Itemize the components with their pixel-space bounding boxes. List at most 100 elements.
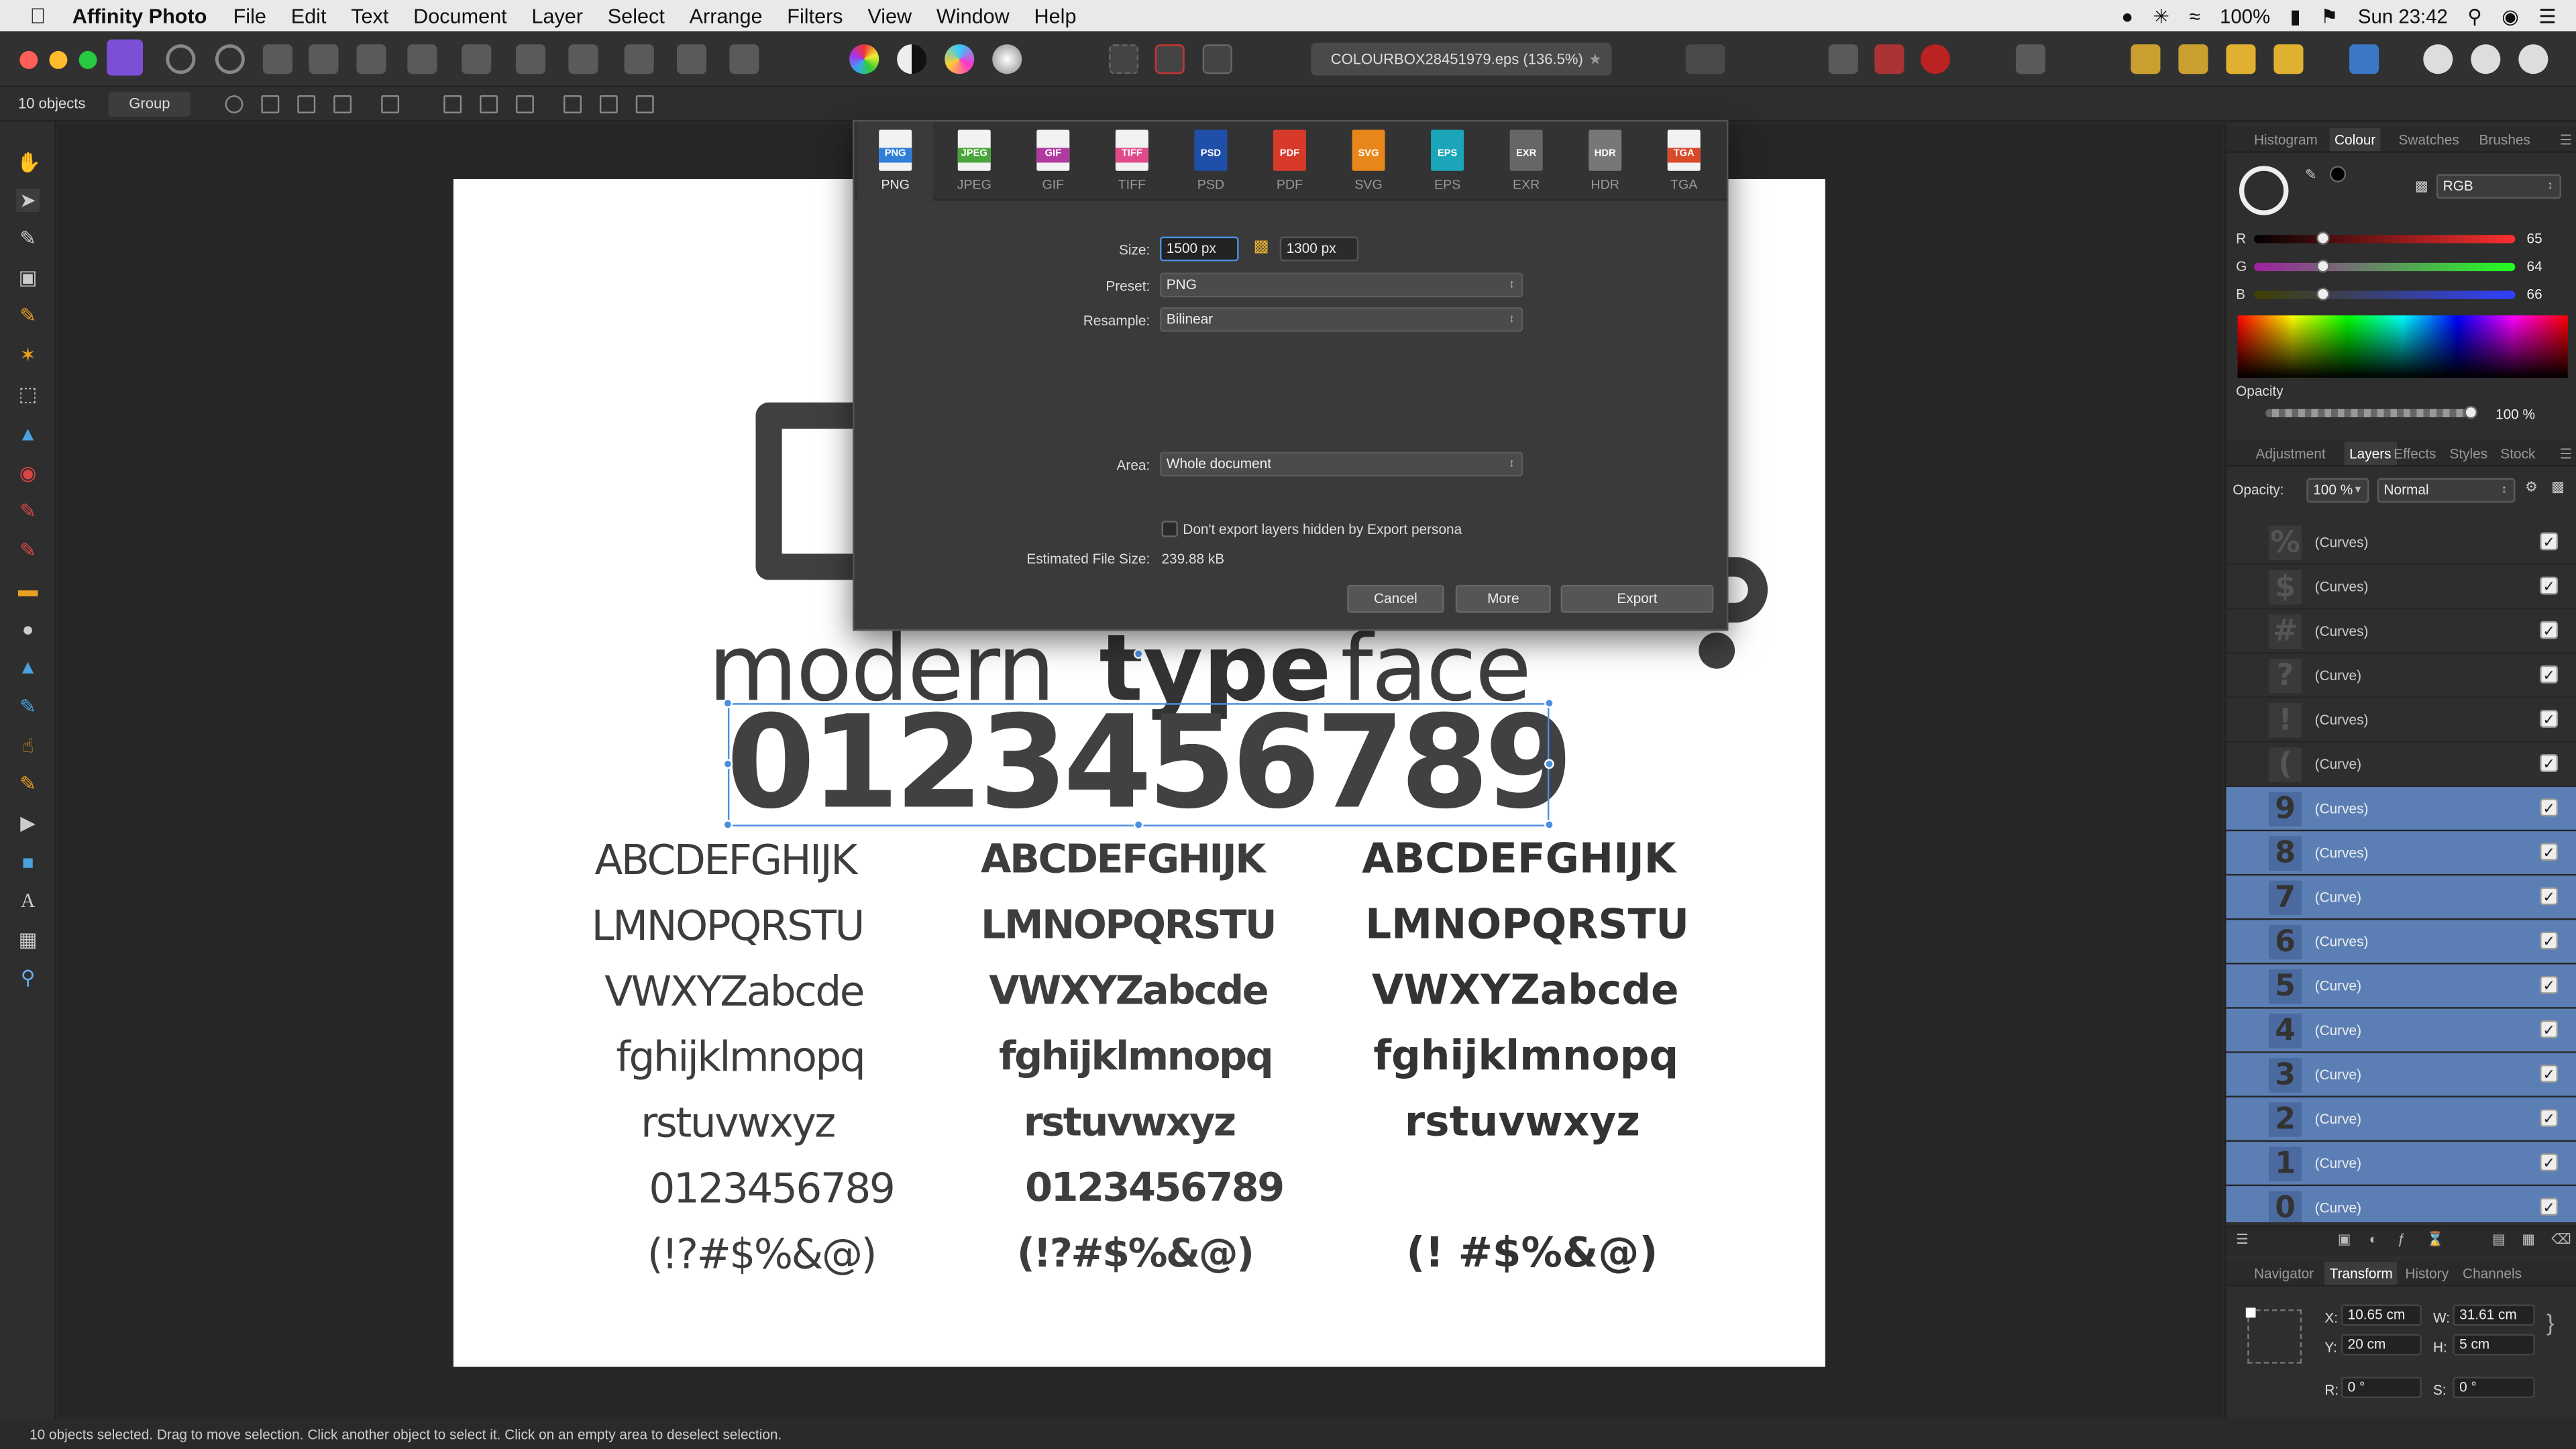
ctx-align-bottom-icon[interactable] bbox=[635, 95, 654, 113]
layer-stack-icon[interactable]: ☰ bbox=[2236, 1230, 2249, 1248]
format-tab-hdr[interactable]: HDR HDR bbox=[1567, 121, 1643, 201]
green-slider-knob[interactable] bbox=[2316, 259, 2330, 273]
arrange-back-icon[interactable] bbox=[2131, 44, 2161, 74]
layer-visibility-checkbox[interactable]: ✓ bbox=[2540, 576, 2559, 595]
green-value[interactable]: 64 bbox=[2527, 258, 2542, 274]
distribute-horizontal-icon[interactable] bbox=[515, 44, 546, 74]
hidden-layers-checkbox[interactable] bbox=[1161, 521, 1178, 537]
levels-icon[interactable] bbox=[849, 44, 879, 74]
layer-visibility-checkbox[interactable]: ✓ bbox=[2540, 798, 2559, 817]
tab-navigator[interactable]: Navigator bbox=[2254, 1265, 2314, 1281]
erase-brush-icon[interactable]: ▬ bbox=[16, 578, 39, 601]
clone-tool-icon[interactable]: ▲ bbox=[16, 655, 39, 678]
rotate-icon[interactable] bbox=[297, 95, 316, 113]
document-tab[interactable]: COLOURBOX28451979.eps (136.5%) ★ bbox=[1311, 42, 1612, 76]
menu-edit[interactable]: Edit bbox=[291, 4, 327, 27]
ctx-align-top-icon[interactable] bbox=[564, 95, 582, 113]
ctx-align-right-icon[interactable] bbox=[515, 95, 534, 113]
boolean-subtract-icon[interactable] bbox=[2471, 44, 2501, 74]
tab-colour[interactable]: Colour bbox=[2329, 128, 2381, 152]
move-tool-icon[interactable]: ➤ bbox=[16, 189, 40, 212]
layer-row[interactable]: 1 (Curve) ✓ bbox=[2226, 1142, 2576, 1187]
opacity-slider[interactable] bbox=[2265, 409, 2476, 418]
gradient-tool-icon[interactable]: ◉ bbox=[16, 462, 39, 484]
resample-select[interactable]: Bilinear ↕ bbox=[1159, 307, 1523, 332]
assistant-icon[interactable] bbox=[1874, 44, 1904, 74]
add-pixel-layer-icon[interactable]: ▦ bbox=[2522, 1230, 2535, 1248]
width-input[interactable]: 1500 px bbox=[1159, 236, 1239, 262]
layer-visibility-checkbox[interactable]: ✓ bbox=[2540, 1020, 2559, 1038]
delete-layer-icon[interactable]: ⌫ bbox=[2551, 1230, 2571, 1248]
healing-brush-icon[interactable]: ✎ bbox=[16, 772, 39, 795]
rotation-handle[interactable] bbox=[1133, 649, 1144, 659]
document-tab-close-icon[interactable]: ★ bbox=[1589, 43, 1602, 76]
layer-visibility-checkbox[interactable]: ✓ bbox=[2540, 1109, 2559, 1128]
boolean-intersect-icon[interactable] bbox=[2518, 44, 2548, 74]
cycle-box-icon[interactable] bbox=[381, 95, 400, 113]
align-right-icon[interactable] bbox=[462, 44, 492, 74]
scale-icon[interactable] bbox=[333, 95, 352, 113]
text-tool-icon[interactable]: A bbox=[16, 889, 39, 912]
format-tab-jpeg[interactable]: JPEG JPEG bbox=[936, 121, 1012, 201]
layer-lock-icon[interactable]: ▩ bbox=[2551, 478, 2565, 496]
selection-handle[interactable] bbox=[722, 698, 733, 708]
live-filter-icon[interactable]: ⌛ bbox=[2426, 1230, 2444, 1248]
minimize-window-icon[interactable] bbox=[49, 50, 68, 69]
format-tab-psd[interactable]: PSD PSD bbox=[1173, 121, 1249, 201]
ctx-align-center-icon[interactable] bbox=[480, 95, 498, 113]
group-layers-icon[interactable]: ▤ bbox=[2492, 1230, 2506, 1248]
magic-wand-icon[interactable]: ✶ bbox=[16, 343, 39, 366]
layer-visibility-checkbox[interactable]: ✓ bbox=[2540, 621, 2559, 639]
marquee-tool-icon[interactable]: ⬚ bbox=[16, 383, 39, 406]
creative-cloud-icon[interactable]: ● bbox=[2121, 4, 2133, 27]
layer-row[interactable]: 4 (Curve) ✓ bbox=[2226, 1008, 2576, 1053]
tab-history[interactable]: History bbox=[2405, 1265, 2449, 1281]
marquee-selection-icon[interactable] bbox=[1109, 44, 1139, 74]
menu-window[interactable]: Window bbox=[936, 4, 1010, 27]
layer-visibility-checkbox[interactable]: ✓ bbox=[2540, 1153, 2559, 1172]
align-top-icon[interactable] bbox=[568, 44, 598, 74]
paint-brush-icon[interactable]: ✎ bbox=[16, 499, 39, 522]
spotlight-icon[interactable]: ⚲ bbox=[2467, 4, 2482, 27]
layer-visibility-checkbox[interactable]: ✓ bbox=[2540, 709, 2559, 728]
menu-extras-icon[interactable]: ☰ bbox=[2538, 4, 2556, 27]
h-input[interactable]: 5 cm bbox=[2453, 1334, 2535, 1356]
colour-picker-tool-icon[interactable]: ✎ bbox=[16, 227, 39, 250]
tab-brushes[interactable]: Brushes bbox=[2479, 131, 2530, 148]
arrange-front-icon[interactable] bbox=[2273, 44, 2304, 74]
clock[interactable]: Sun 23:42 bbox=[2358, 4, 2448, 27]
tab-histogram[interactable]: Histogram bbox=[2254, 131, 2318, 148]
flood-fill-icon[interactable]: ▲ bbox=[16, 422, 39, 445]
menu-select[interactable]: Select bbox=[608, 4, 665, 27]
red-slider[interactable] bbox=[2254, 235, 2516, 244]
transform-origin-icon[interactable] bbox=[225, 95, 244, 113]
selection-handle[interactable] bbox=[722, 820, 733, 830]
blue-value[interactable]: 66 bbox=[2527, 286, 2542, 302]
layer-row[interactable]: 3 (Curve) ✓ bbox=[2226, 1053, 2576, 1097]
flip-icon[interactable] bbox=[2349, 44, 2379, 74]
layer-row[interactable]: 2 (Curve) ✓ bbox=[2226, 1097, 2576, 1142]
shape-tool-icon[interactable]: ■ bbox=[16, 851, 39, 874]
anchor-point-active[interactable] bbox=[2245, 1307, 2256, 1318]
lock-aspect-icon[interactable]: ▩ bbox=[1254, 238, 1269, 256]
layer-visibility-checkbox[interactable]: ✓ bbox=[2540, 665, 2559, 684]
smudge-tool-icon[interactable]: ☝ bbox=[16, 735, 39, 757]
align-center-icon[interactable] bbox=[407, 44, 437, 74]
layer-settings-icon[interactable]: ⚙ bbox=[2525, 478, 2538, 496]
layer-visibility-checkbox[interactable]: ✓ bbox=[2540, 843, 2559, 861]
layers-list[interactable]: % (Curves) ✓ $ (Curves) ✓ # (Curves) ✓ ? (Curve… bbox=[2226, 513, 2576, 1223]
colour-replacement-icon[interactable]: ✎ bbox=[16, 539, 39, 561]
selection-handle[interactable] bbox=[1544, 820, 1554, 830]
colour-spectrum[interactable] bbox=[2237, 315, 2568, 378]
panel-menu-icon[interactable]: ☰ bbox=[2560, 445, 2573, 464]
layer-row[interactable]: ! (Curves) ✓ bbox=[2226, 698, 2576, 743]
auto-contrast-icon[interactable] bbox=[897, 44, 927, 74]
tab-transform[interactable]: Transform bbox=[2324, 1261, 2398, 1285]
auto-colour-icon[interactable] bbox=[945, 44, 975, 74]
menu-document[interactable]: Document bbox=[413, 4, 507, 27]
layer-visibility-checkbox[interactable]: ✓ bbox=[2540, 931, 2559, 950]
rotation-input[interactable]: 0 ° bbox=[2341, 1377, 2422, 1399]
format-tab-exr[interactable]: EXR EXR bbox=[1489, 121, 1564, 201]
layer-row[interactable]: 5 (Curve) ✓ bbox=[2226, 964, 2576, 1009]
view-tool-icon[interactable]: ✋ bbox=[16, 151, 41, 174]
